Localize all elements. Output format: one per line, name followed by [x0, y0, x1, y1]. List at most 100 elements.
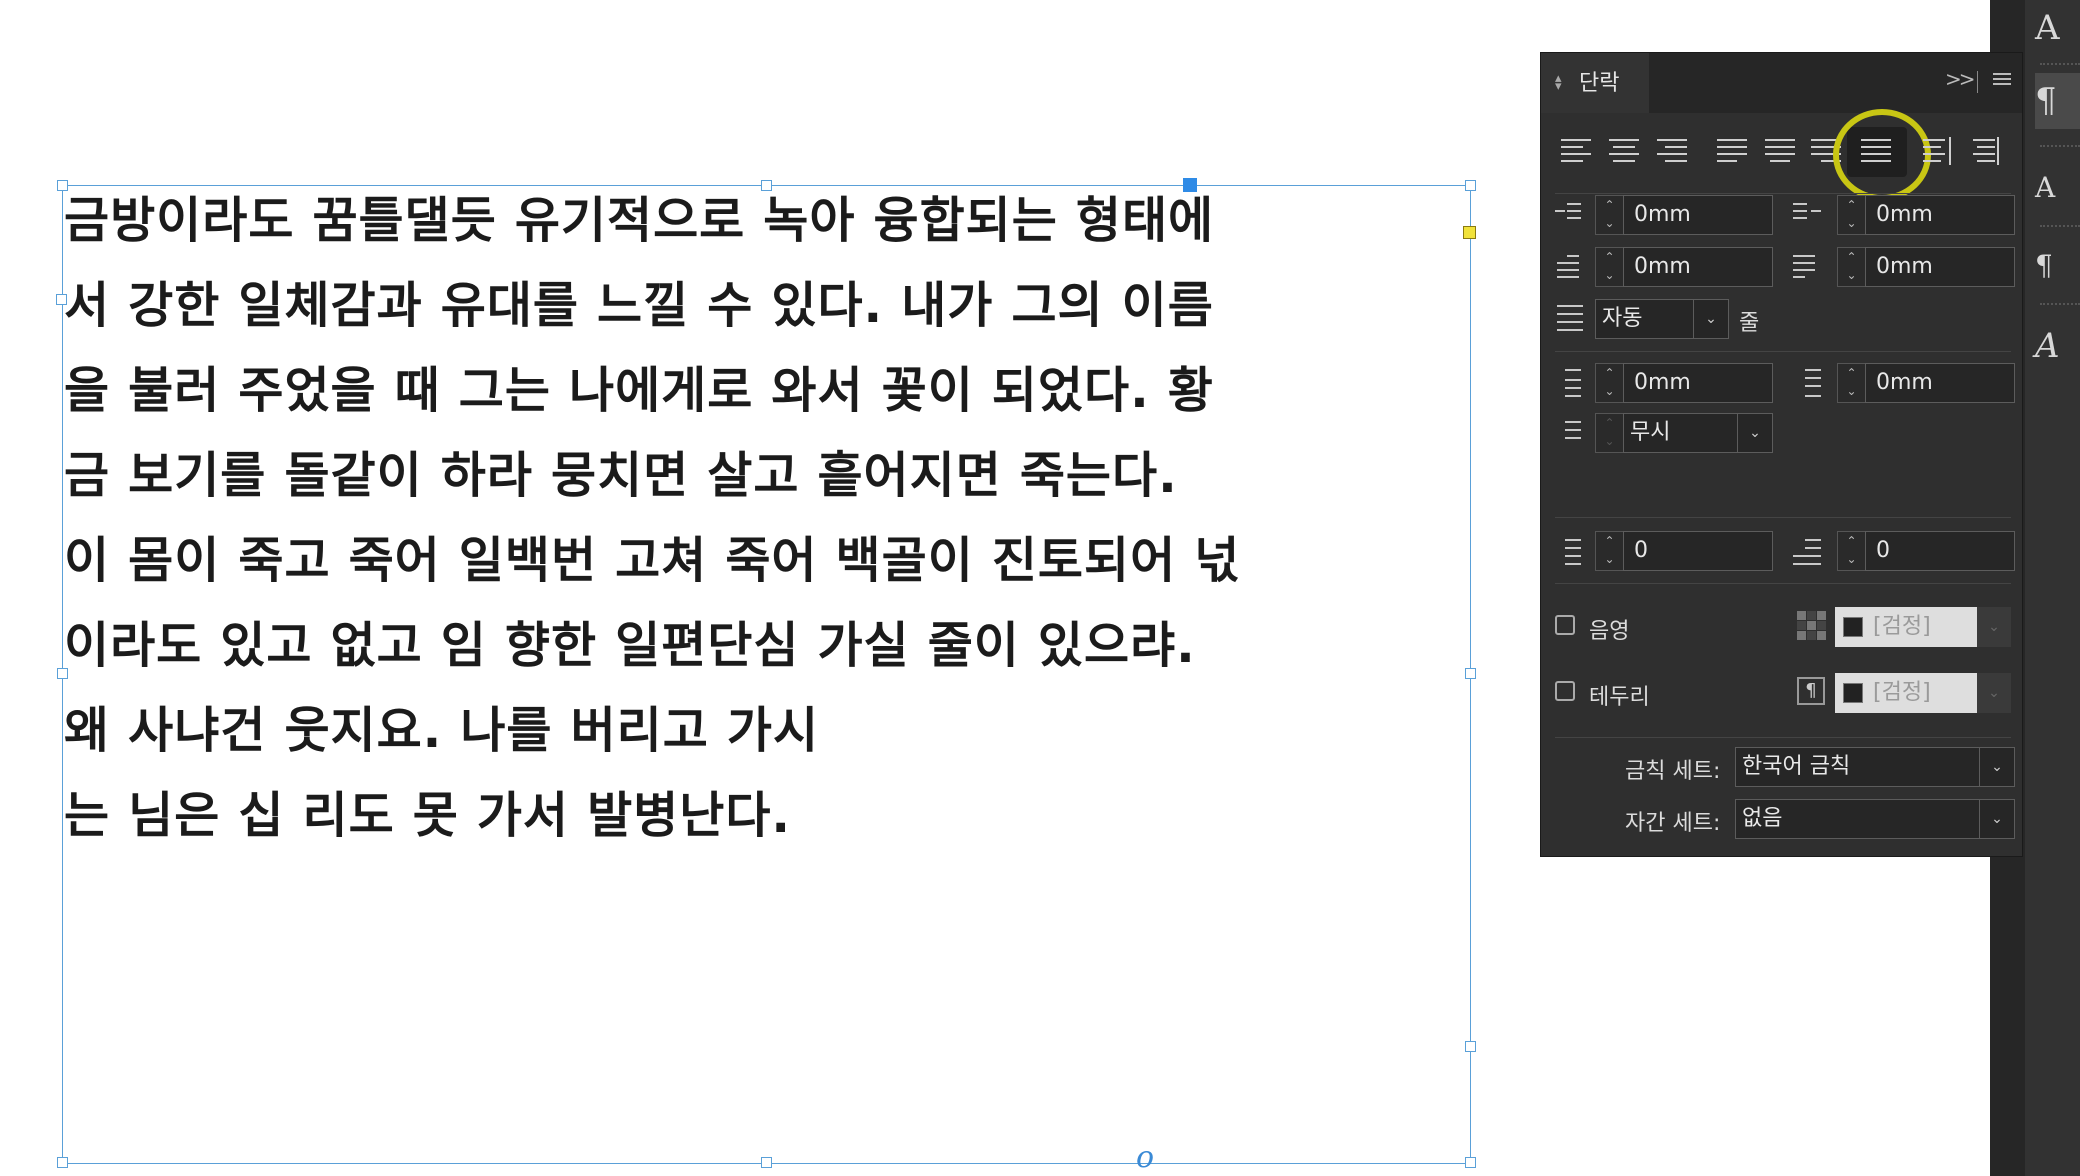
story-line: 금방이라도 꿈틀댈듯 유기적으로 녹아 융합되는 형태에: [64, 192, 1215, 249]
drop-cap-chars-field[interactable]: 0: [1865, 531, 2015, 571]
panel-divider: [1555, 583, 2011, 584]
shading-color-chevron-icon: ⌄: [1977, 607, 2011, 647]
first-line-indent-field[interactable]: 0mm: [1623, 247, 1773, 287]
frame-handle-bottom-left[interactable]: [57, 1157, 68, 1168]
frame-handle-mid-right[interactable]: [1465, 668, 1476, 679]
drop-cap-lines-stepper[interactable]: ⌃ ⌄: [1595, 531, 1623, 571]
space-after-stepper[interactable]: ⌃ ⌄: [1837, 363, 1865, 403]
paragraph-panel: ▴ ▾ 단락 >> ⌃ ⌄ 0mm ⌃ ⌄ 0mm ⌃ ⌄ 0mm ⌃ ⌄ 0m…: [1540, 52, 2023, 857]
frame-handle-extra-right[interactable]: [1465, 1041, 1476, 1052]
space-after-icon: [1793, 365, 1825, 397]
color-swatch: [1843, 683, 1863, 703]
out-port[interactable]: [1463, 226, 1476, 239]
kinsoku-set-label: 금칙 세트:: [1625, 759, 1721, 784]
story-line: 는 님은 십 리도 못 가서 발병난다.: [64, 787, 792, 844]
align-right-icon[interactable]: [1657, 133, 1693, 171]
glyphs-icon[interactable]: A: [2035, 318, 2080, 374]
justify-left-icon[interactable]: [1717, 133, 1753, 171]
grid-align-unit: 줄: [1739, 311, 1760, 336]
frame-handle-bottom-right[interactable]: [1465, 1157, 1476, 1168]
first-line-indent-icon: [1553, 249, 1585, 281]
dock-separator: [2040, 145, 2080, 148]
chevron-down-icon: ⌄: [1979, 800, 2014, 838]
left-indent-field[interactable]: 0mm: [1623, 195, 1773, 235]
align-left-icon[interactable]: [1561, 133, 1597, 171]
border-label: 테두리: [1589, 685, 1650, 710]
panel-menu-icon[interactable]: [1993, 73, 2011, 87]
border-color-chevron-icon: ⌄: [1977, 673, 2011, 713]
last-line-indent-stepper[interactable]: ⌃ ⌄: [1837, 247, 1865, 287]
shading-color-value: [검정]: [1873, 614, 1931, 639]
align-center-icon[interactable]: [1609, 133, 1645, 171]
align-to-grid-dropdown[interactable]: 무시 ⌄: [1623, 413, 1773, 453]
align-towards-spine-icon[interactable]: [1923, 133, 1959, 171]
shading-label: 음영: [1589, 619, 1630, 644]
paragraph-icon[interactable]: ¶: [2035, 73, 2080, 129]
align-to-grid-icon: [1553, 415, 1585, 447]
shading-color-field[interactable]: [검정]: [1835, 607, 1977, 647]
story-line: 왜 사냐건 웃지요. 나를 버리고 가시: [64, 702, 820, 759]
align-to-grid-stepper: ⌃ ⌄: [1595, 413, 1623, 453]
last-line-indent-field[interactable]: 0mm: [1865, 247, 2015, 287]
panel-divider: [1555, 737, 2011, 738]
justify-center-icon[interactable]: [1765, 133, 1801, 171]
grid-align-dropdown[interactable]: 자동 ⌄: [1595, 299, 1729, 339]
space-after-field[interactable]: 0mm: [1865, 363, 2015, 403]
left-indent-stepper[interactable]: ⌃ ⌄: [1595, 195, 1623, 235]
mojikumi-set-value: 없음: [1742, 806, 1783, 831]
space-before-field[interactable]: 0mm: [1623, 363, 1773, 403]
drop-cap-chars-icon: [1793, 533, 1825, 565]
story-line: 서 강한 일체감과 유대를 느낄 수 있다. 내가 그의 이름: [64, 277, 1214, 334]
grid-lines-icon: [1553, 301, 1585, 333]
border-color-value: [검정]: [1873, 680, 1931, 705]
story-line: 이라도 있고 없고 임 향한 일편단심 가실 줄이 있으랴.: [64, 617, 1196, 674]
story-text[interactable]: 금방이라도 꿈틀댈듯 유기적으로 녹아 융합되는 형태에 서 강한 일체감과 유…: [64, 178, 1240, 858]
panel-divider: [1555, 517, 2011, 518]
chevron-down-icon: ⌄: [1979, 748, 2014, 786]
dock-separator: [2040, 303, 2080, 306]
frame-handle-top-right[interactable]: [1465, 180, 1476, 191]
space-before-stepper[interactable]: ⌃ ⌄: [1595, 363, 1623, 403]
story-line: 금 보기를 돌같이 하라 뭉치면 살고 흩어지면 죽는다.: [64, 447, 1178, 504]
border-paragraph-icon[interactable]: ¶: [1797, 677, 1825, 705]
kinsoku-set-value: 한국어 금칙: [1742, 754, 1851, 779]
tab-paragraph[interactable]: ▴ ▾ 단락: [1541, 53, 1649, 113]
story-line: 이 몸이 죽고 죽어 일백번 고쳐 죽어 백골이 진토되어 넋: [64, 532, 1241, 589]
drop-cap-lines-icon: [1553, 533, 1585, 565]
highlight-circle: [1833, 109, 1931, 201]
drop-cap-chars-stepper[interactable]: ⌃ ⌄: [1837, 531, 1865, 571]
right-indent-icon: [1793, 197, 1825, 229]
shading-swatches-icon[interactable]: [1797, 611, 1827, 641]
character-icon[interactable]: A: [2035, 0, 2080, 56]
header-divider: [1977, 71, 1978, 93]
overset-marker: o: [1136, 1140, 1155, 1175]
character-styles-icon[interactable]: A: [2035, 160, 2080, 216]
kinsoku-set-dropdown[interactable]: 한국어 금칙 ⌄: [1735, 747, 2015, 787]
left-indent-icon: [1553, 197, 1585, 229]
mojikumi-set-label: 자간 세트:: [1625, 811, 1721, 836]
color-swatch: [1843, 617, 1863, 637]
right-indent-field[interactable]: 0mm: [1865, 195, 2015, 235]
shading-checkbox[interactable]: [1555, 615, 1575, 635]
paragraph-styles-icon[interactable]: ¶: [2035, 238, 2080, 294]
align-to-grid-value: 무시: [1630, 420, 1671, 445]
panel-divider: [1555, 351, 2011, 352]
align-away-from-spine-icon[interactable]: [1969, 133, 2005, 171]
mojikumi-set-dropdown[interactable]: 없음 ⌄: [1735, 799, 2015, 839]
grid-align-value: 자동: [1602, 306, 1643, 331]
border-color-field[interactable]: [검정]: [1835, 673, 1977, 713]
collapse-panel-button[interactable]: >>: [1945, 67, 1975, 91]
tab-sort-icon: ▴ ▾: [1555, 71, 1562, 94]
panel-header: ▴ ▾ 단락 >>: [1541, 53, 2022, 113]
last-line-indent-icon: [1793, 249, 1825, 281]
right-indent-stepper[interactable]: ⌃ ⌄: [1837, 195, 1865, 235]
story-line: 을 불러 주었을 때 그는 나에게로 와서 꽃이 되었다. 황: [64, 362, 1214, 419]
drop-cap-lines-field[interactable]: 0: [1623, 531, 1773, 571]
first-line-indent-stepper[interactable]: ⌃ ⌄: [1595, 247, 1623, 287]
border-checkbox[interactable]: [1555, 681, 1575, 701]
dock-separator: [2040, 225, 2080, 228]
panel-title: 단락: [1579, 71, 1620, 96]
chevron-down-icon: ⌄: [1737, 414, 1772, 452]
frame-handle-bottom-center[interactable]: [761, 1157, 772, 1168]
dock-separator: [2040, 63, 2080, 66]
